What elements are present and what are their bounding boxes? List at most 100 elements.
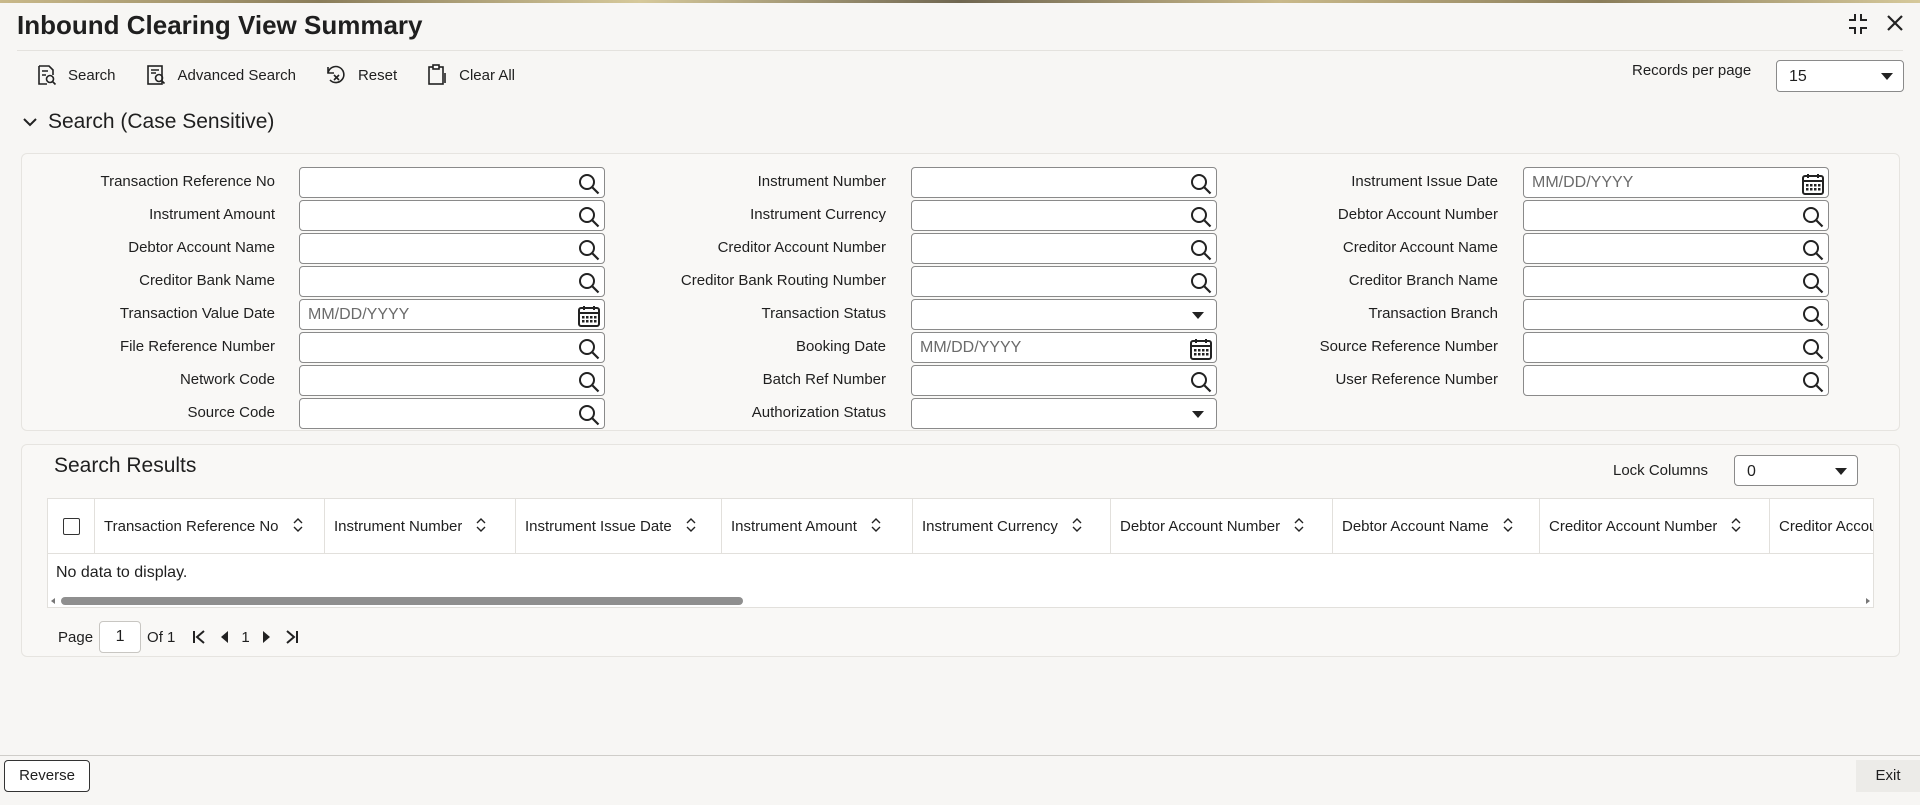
instrument-amount-field[interactable] bbox=[299, 200, 605, 231]
last-page-icon[interactable] bbox=[284, 629, 300, 645]
close-icon[interactable] bbox=[1884, 12, 1906, 36]
file-reference-number-field[interactable] bbox=[299, 332, 605, 363]
minimize-icon[interactable] bbox=[1846, 12, 1870, 36]
creditor-bank-name-field[interactable] bbox=[299, 266, 605, 297]
search-icon[interactable] bbox=[577, 337, 601, 366]
source-code-field[interactable] bbox=[299, 398, 605, 429]
network-code-field[interactable] bbox=[299, 365, 605, 396]
search-icon[interactable] bbox=[1189, 271, 1213, 300]
select-all-checkbox[interactable] bbox=[63, 518, 80, 535]
calendar-icon[interactable] bbox=[1189, 337, 1213, 366]
clear-all-button[interactable]: Clear All bbox=[425, 60, 515, 90]
instrument-issue-date-field[interactable]: MM/DD/YYYY bbox=[1523, 167, 1829, 198]
page-title: Inbound Clearing View Summary bbox=[17, 10, 423, 40]
select-all-cell bbox=[48, 499, 95, 554]
column-header-instrument-currency[interactable]: Instrument Currency bbox=[913, 499, 1111, 554]
sort-icon[interactable] bbox=[1503, 517, 1513, 536]
search-icon[interactable] bbox=[1189, 172, 1213, 201]
reverse-button[interactable]: Reverse bbox=[4, 760, 90, 792]
debtor-account-number-field[interactable] bbox=[1523, 200, 1829, 231]
search-icon[interactable] bbox=[1801, 238, 1825, 267]
column-header-label: Instrument Number bbox=[334, 518, 463, 535]
calendar-icon[interactable] bbox=[577, 304, 601, 333]
horizontal-scrollbar[interactable] bbox=[48, 595, 1873, 607]
debtor-account-number-label: Debtor Account Number bbox=[1337, 206, 1498, 223]
search-icon[interactable] bbox=[1801, 370, 1825, 399]
authorization-status-field[interactable] bbox=[911, 398, 1217, 429]
calendar-icon[interactable] bbox=[1801, 172, 1825, 201]
search-icon[interactable] bbox=[577, 205, 601, 234]
column-header-creditor-account-name[interactable]: Creditor Account Name bbox=[1770, 499, 1873, 554]
advanced-search-button[interactable]: Advanced Search bbox=[144, 60, 296, 90]
search-icon[interactable] bbox=[577, 370, 601, 399]
lock-columns-select[interactable]: 0 bbox=[1734, 455, 1858, 486]
column-header-label: Creditor Account Name bbox=[1779, 518, 1873, 535]
sort-icon[interactable] bbox=[1294, 517, 1304, 536]
sort-icon[interactable] bbox=[686, 517, 696, 536]
transaction-status-label: Transaction Status bbox=[761, 305, 886, 322]
records-per-page-select[interactable]: 15 bbox=[1776, 60, 1904, 92]
page-input[interactable]: 1 bbox=[99, 621, 142, 653]
search-section-toggle[interactable]: Search (Case Sensitive) bbox=[22, 110, 274, 134]
sort-icon[interactable] bbox=[1072, 517, 1082, 536]
column-header-instrument-issue-date[interactable]: Instrument Issue Date bbox=[516, 499, 722, 554]
scroll-left-icon[interactable] bbox=[51, 598, 55, 604]
exit-button[interactable]: Exit bbox=[1856, 760, 1920, 792]
booking-date-label: Booking Date bbox=[795, 338, 886, 355]
transaction-value-date-placeholder: MM/DD/YYYY bbox=[308, 306, 410, 323]
search-icon[interactable] bbox=[1801, 271, 1825, 300]
previous-page-icon[interactable] bbox=[219, 630, 229, 644]
search-icon[interactable] bbox=[1189, 238, 1213, 267]
creditor-bank-routing-number-field[interactable] bbox=[911, 266, 1217, 297]
source-reference-number-field[interactable] bbox=[1523, 332, 1829, 363]
instrument-currency-field[interactable] bbox=[911, 200, 1217, 231]
batch-ref-number-field[interactable] bbox=[911, 365, 1217, 396]
search-button-label: Search bbox=[68, 66, 116, 84]
sort-icon[interactable] bbox=[293, 517, 303, 536]
column-header-debtor-account-number[interactable]: Debtor Account Number bbox=[1111, 499, 1333, 554]
reset-button[interactable]: Reset bbox=[324, 60, 397, 90]
first-page-icon[interactable] bbox=[191, 629, 207, 645]
batch-ref-number-label: Batch Ref Number bbox=[762, 371, 886, 388]
chevron-down-icon bbox=[1192, 411, 1204, 418]
search-icon[interactable] bbox=[577, 172, 601, 201]
next-page-icon[interactable] bbox=[262, 630, 272, 644]
search-icon[interactable] bbox=[1189, 205, 1213, 234]
search-button[interactable]: Search bbox=[34, 60, 116, 90]
instrument-currency-label: Instrument Currency bbox=[750, 206, 886, 223]
search-icon[interactable] bbox=[1801, 304, 1825, 333]
transaction-value-date-field[interactable]: MM/DD/YYYY bbox=[299, 299, 605, 330]
search-icon[interactable] bbox=[1189, 370, 1213, 399]
search-icon[interactable] bbox=[1801, 205, 1825, 234]
transaction-branch-field[interactable] bbox=[1523, 299, 1829, 330]
sort-icon[interactable] bbox=[871, 517, 881, 536]
instrument-number-label: Instrument Number bbox=[757, 173, 886, 190]
column-header-instrument-number[interactable]: Instrument Number bbox=[325, 499, 516, 554]
booking-date-field[interactable]: MM/DD/YYYY bbox=[911, 332, 1217, 363]
search-icon[interactable] bbox=[577, 403, 601, 432]
instrument-number-field[interactable] bbox=[911, 167, 1217, 198]
creditor-branch-name-field[interactable] bbox=[1523, 266, 1829, 297]
user-reference-number-field[interactable] bbox=[1523, 365, 1829, 396]
column-header-transaction-reference-no[interactable]: Transaction Reference No bbox=[95, 499, 325, 554]
sort-icon[interactable] bbox=[476, 517, 486, 536]
creditor-account-name-field[interactable] bbox=[1523, 233, 1829, 264]
transaction-status-field[interactable] bbox=[911, 299, 1217, 330]
search-icon[interactable] bbox=[577, 238, 601, 267]
chevron-down-icon bbox=[1881, 73, 1893, 80]
search-icon[interactable] bbox=[1801, 337, 1825, 366]
sort-icon[interactable] bbox=[1731, 517, 1741, 536]
scrollbar-thumb[interactable] bbox=[61, 597, 743, 605]
transaction-reference-no-field[interactable] bbox=[299, 167, 605, 198]
search-icon[interactable] bbox=[577, 271, 601, 300]
column-header-debtor-account-name[interactable]: Debtor Account Name bbox=[1333, 499, 1540, 554]
search-doc-icon bbox=[38, 65, 57, 86]
creditor-account-number-field[interactable] bbox=[911, 233, 1217, 264]
column-header-instrument-amount[interactable]: Instrument Amount bbox=[722, 499, 913, 554]
scroll-right-icon[interactable] bbox=[1866, 598, 1870, 604]
creditor-account-number-label: Creditor Account Number bbox=[717, 239, 886, 256]
column-header-creditor-account-number[interactable]: Creditor Account Number bbox=[1540, 499, 1770, 554]
chevron-down-icon bbox=[23, 118, 37, 127]
lock-columns-value: 0 bbox=[1747, 463, 1756, 480]
debtor-account-name-field[interactable] bbox=[299, 233, 605, 264]
